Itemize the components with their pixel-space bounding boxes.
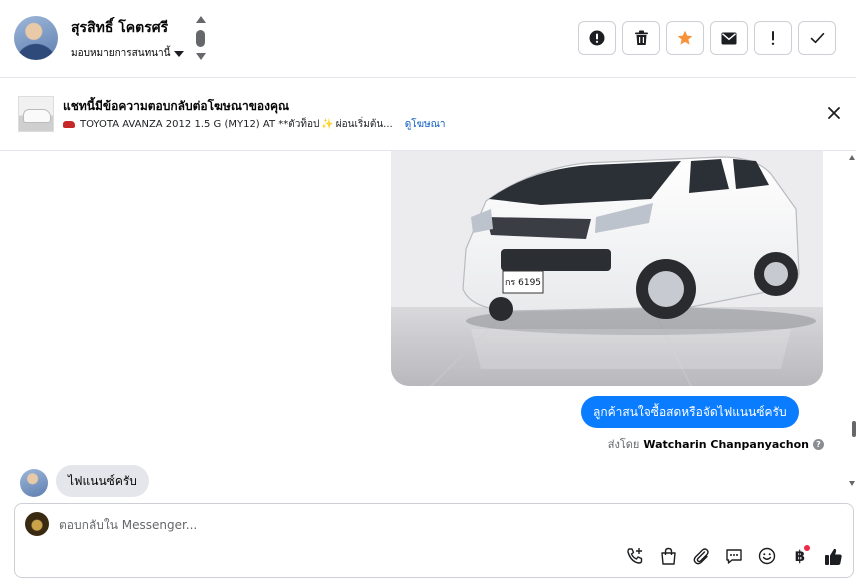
page-avatar [25, 512, 49, 536]
messenger-inbox: สุรสิทธิ์ โคตรศรี มอบหมายการสนทนานี้ แชท… [0, 0, 856, 584]
reply-input[interactable] [59, 514, 759, 536]
arrow-down-icon[interactable] [196, 53, 206, 60]
phone-add-icon[interactable] [625, 546, 645, 566]
chat-bubble-icon[interactable] [724, 546, 744, 566]
scroll-up-arrow-icon[interactable] [849, 155, 855, 160]
like-thumb-icon[interactable] [823, 546, 843, 566]
car-image [23, 109, 51, 123]
arrow-up-icon[interactable] [196, 16, 206, 23]
scroll-down-arrow-icon[interactable] [849, 481, 855, 486]
emoji-icon[interactable] [757, 546, 777, 566]
shopping-bag-icon[interactable] [658, 546, 678, 566]
header-actions [578, 21, 836, 55]
view-ad-link[interactable]: ดูโฆษณา [405, 117, 446, 132]
spam-button[interactable] [754, 21, 792, 55]
contact-avatar-small[interactable] [20, 469, 48, 497]
star-button[interactable] [666, 21, 704, 55]
checkmark-icon [810, 32, 824, 44]
sent-by-label: ส่งโดย [607, 438, 640, 451]
mark-unread-button[interactable] [710, 21, 748, 55]
incoming-message-row: ไฟแนนซ์ครับ [20, 465, 149, 497]
notification-dot [804, 545, 810, 551]
envelope-icon [721, 32, 737, 44]
exclamation-icon [771, 31, 775, 45]
stepper-handle [196, 30, 205, 47]
sparkles-icon: ✨ [321, 119, 334, 130]
composer-toolbar: ฿ [625, 545, 843, 566]
trash-icon [634, 30, 648, 45]
exclamation-circle-icon [589, 30, 605, 46]
outgoing-image[interactable]: กร 6195 [391, 151, 823, 386]
sender-name: Watcharin Chanpanyachon [643, 437, 809, 451]
baht-icon[interactable]: ฿ [790, 545, 810, 566]
assign-conversation-dropdown[interactable]: มอบหมายการสนทนานี้ [71, 46, 185, 61]
mark-done-button[interactable] [798, 21, 836, 55]
ad-text-tail: ผ่อนเริ่มต้น... [335, 119, 393, 130]
reply-composer: ฿ [14, 503, 854, 578]
car-photo: กร 6195 [391, 151, 823, 386]
report-button[interactable] [578, 21, 616, 55]
conversation-nav-stepper[interactable] [195, 16, 207, 62]
chevron-down-icon [174, 50, 185, 57]
close-icon [828, 107, 840, 119]
ad-thumbnail[interactable] [18, 96, 54, 132]
assign-label: มอบหมายการสนทนานี้ [71, 48, 171, 59]
contact-name[interactable]: สุรสิทธิ์ โคตรศรี [71, 17, 168, 39]
star-icon [677, 30, 693, 45]
conversation-header: สุรสิทธิ์ โคตรศรี มอบหมายการสนทนานี้ [0, 0, 856, 78]
message-thread[interactable]: กร 6195 ลูกค้าสนใจซื้อสดหรือจัดไฟแนนซ์คร… [0, 151, 856, 501]
ad-reply-banner: แชทนี้มีข้อความตอบกลับต่อโฆษณาของคุณ TOY… [0, 79, 856, 151]
car-emoji-icon [63, 121, 75, 128]
ad-text: TOYOTA AVANZA 2012 1.5 G (MY12) AT **ตัว… [80, 119, 320, 130]
scrollbar-thumb[interactable] [852, 421, 856, 437]
outgoing-message-bubble[interactable]: ลูกค้าสนใจซื้อสดหรือจัดไฟแนนซ์ครับ [581, 396, 799, 428]
license-plate-text: กร 6195 [505, 278, 541, 288]
contact-avatar[interactable] [14, 16, 58, 60]
help-icon[interactable]: ? [813, 438, 824, 450]
incoming-message-bubble[interactable]: ไฟแนนซ์ครับ [56, 465, 149, 497]
paperclip-icon[interactable] [691, 546, 711, 566]
ad-banner-title: แชทนี้มีข้อความตอบกลับต่อโฆษณาของคุณ [63, 99, 290, 113]
thread-scrollbar[interactable] [848, 151, 856, 501]
ad-description: TOYOTA AVANZA 2012 1.5 G (MY12) AT **ตัว… [63, 117, 445, 132]
close-banner-button[interactable] [828, 104, 840, 123]
sent-by-info: ส่งโดย Watcharin Chanpanyachon ? [608, 435, 824, 453]
delete-button[interactable] [622, 21, 660, 55]
